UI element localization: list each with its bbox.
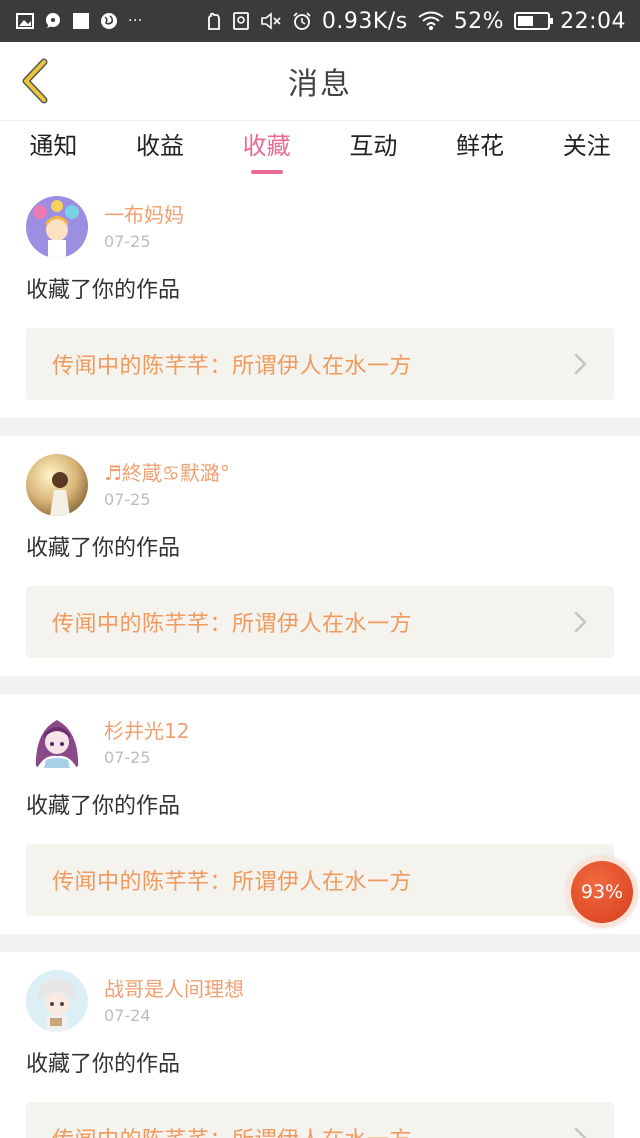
tab-earnings[interactable]: 收益 bbox=[107, 121, 214, 178]
action-text: 收藏了你的作品 bbox=[26, 1052, 181, 1077]
chat-icon bbox=[46, 13, 60, 28]
user-row: ♬終蔵♋默潞° 07-25 bbox=[26, 454, 614, 522]
user-row: 战哥是人间理想 07-24 bbox=[26, 970, 614, 1038]
floating-boost-badge[interactable]: 93% bbox=[566, 856, 638, 928]
avatar-photo-icon bbox=[26, 454, 88, 516]
list-item: 杉井光12 07-25 收藏了你的作品 传闻中的陈芊芊：所谓伊人在水一方 bbox=[0, 694, 640, 934]
timestamp: 07-25 bbox=[104, 490, 151, 509]
battery-percent: 52% bbox=[453, 8, 505, 34]
avatar-chibi-icon bbox=[26, 970, 88, 1032]
chevron-left-icon bbox=[22, 58, 48, 104]
list-item: ♬終蔵♋默潞° 07-25 收藏了你的作品 传闻中的陈芊芊：所谓伊人在水一方 bbox=[0, 436, 640, 676]
work-link[interactable]: 传闻中的陈芊芊：所谓伊人在水一方 bbox=[26, 328, 614, 400]
tab-notifications[interactable]: 通知 bbox=[0, 121, 107, 178]
avatar[interactable] bbox=[26, 196, 88, 258]
battery-fill bbox=[518, 16, 534, 26]
hand-icon bbox=[207, 12, 220, 30]
avatar[interactable] bbox=[26, 970, 88, 1032]
wifi-icon bbox=[418, 11, 444, 30]
user-meta: ♬終蔵♋默潞° 07-25 bbox=[104, 454, 230, 509]
timestamp: 07-25 bbox=[104, 748, 151, 767]
timestamp: 07-24 bbox=[104, 1006, 151, 1025]
chevron-right-icon bbox=[574, 1127, 587, 1138]
work-title: 传闻中的陈芊芊：所谓伊人在水一方 bbox=[52, 354, 413, 379]
user-row: 杉井光12 07-25 bbox=[26, 712, 614, 780]
action-text: 收藏了你的作品 bbox=[26, 794, 181, 819]
work-link[interactable]: 传闻中的陈芊芊：所谓伊人在水一方 bbox=[26, 844, 614, 916]
work-title: 传闻中的陈芊芊：所谓伊人在水一方 bbox=[52, 870, 413, 895]
list-item: 一布妈妈 07-25 收藏了你的作品 传闻中的陈芊芊：所谓伊人在水一方 bbox=[0, 178, 640, 418]
globe-icon bbox=[101, 13, 117, 29]
sim-icon bbox=[232, 12, 249, 30]
timestamp: 07-25 bbox=[104, 232, 151, 251]
page-title: 消息 bbox=[288, 67, 352, 102]
chevron-right-icon bbox=[574, 611, 587, 633]
action-text: 收藏了你的作品 bbox=[26, 536, 181, 561]
image-icon bbox=[16, 13, 34, 29]
work-link[interactable]: 传闻中的陈芊芊：所谓伊人在水一方 bbox=[26, 1102, 614, 1138]
tab-favorites[interactable]: 收藏 bbox=[213, 121, 320, 178]
battery-icon bbox=[514, 12, 554, 30]
alarm-icon bbox=[293, 12, 311, 30]
status-bar-right: 0.93K/s 52% 22:04 bbox=[204, 9, 640, 34]
divider bbox=[0, 418, 640, 436]
user-meta: 杉井光12 07-25 bbox=[104, 712, 189, 767]
message-list: 一布妈妈 07-25 收藏了你的作品 传闻中的陈芊芊：所谓伊人在水一方 ♬終蔵♋… bbox=[0, 178, 640, 1138]
username[interactable]: 一布妈妈 bbox=[104, 202, 184, 228]
action-text: 收藏了你的作品 bbox=[26, 278, 181, 303]
network-speed: 0.93K/s bbox=[321, 8, 408, 34]
header-bar: 消息 bbox=[0, 42, 640, 120]
tab-following[interactable]: 关注 bbox=[533, 121, 640, 178]
square-icon bbox=[73, 13, 89, 29]
avatar-anime-icon bbox=[26, 712, 88, 774]
clock: 22:04 bbox=[560, 8, 626, 34]
user-meta: 一布妈妈 07-25 bbox=[104, 196, 184, 251]
username[interactable]: 战哥是人间理想 bbox=[104, 976, 244, 1002]
divider bbox=[0, 676, 640, 694]
tab-bar: 通知 收益 收藏 互动 鲜花 关注 bbox=[0, 120, 640, 178]
divider bbox=[0, 934, 640, 952]
boost-percent: 93% bbox=[571, 861, 633, 923]
chevron-right-icon bbox=[574, 353, 587, 375]
more-dots-icon: ··· bbox=[128, 13, 143, 29]
user-row: 一布妈妈 07-25 bbox=[26, 196, 614, 264]
status-bar: ··· 0.93K/s 52% 22:04 bbox=[0, 0, 640, 42]
status-bar-left: ··· bbox=[0, 12, 143, 30]
work-title: 传闻中的陈芊芊：所谓伊人在水一方 bbox=[52, 612, 413, 637]
tab-interactions[interactable]: 互动 bbox=[320, 121, 427, 178]
user-meta: 战哥是人间理想 07-24 bbox=[104, 970, 244, 1025]
avatar[interactable] bbox=[26, 454, 88, 516]
back-button[interactable] bbox=[14, 56, 54, 106]
mute-icon bbox=[261, 12, 281, 30]
username[interactable]: 杉井光12 bbox=[104, 718, 189, 744]
username[interactable]: ♬終蔵♋默潞° bbox=[104, 460, 230, 486]
tab-flowers[interactable]: 鲜花 bbox=[427, 121, 534, 178]
list-item: 战哥是人间理想 07-24 收藏了你的作品 传闻中的陈芊芊：所谓伊人在水一方 bbox=[0, 952, 640, 1138]
avatar-cartoon-icon bbox=[26, 196, 88, 258]
avatar[interactable] bbox=[26, 712, 88, 774]
work-title: 传闻中的陈芊芊：所谓伊人在水一方 bbox=[52, 1122, 574, 1138]
work-link[interactable]: 传闻中的陈芊芊：所谓伊人在水一方 bbox=[26, 586, 614, 658]
